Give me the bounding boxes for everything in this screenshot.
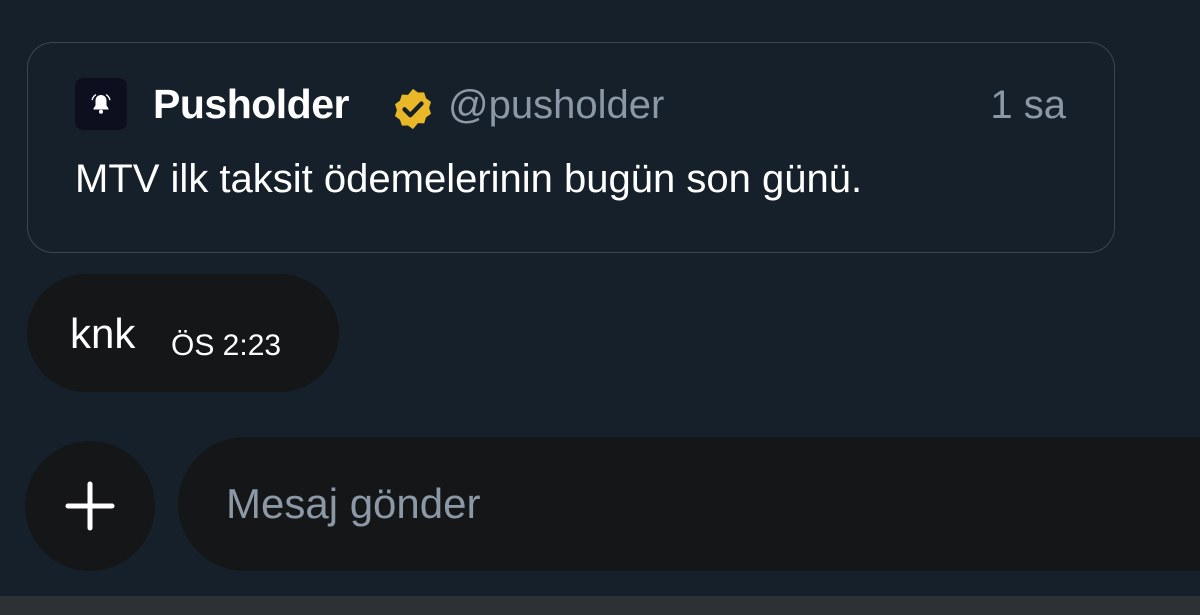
dm-conversation-screen: Pusholder @pusholder 1 sa MTV ilk taksit… [0,0,1200,615]
plus-icon [65,481,115,531]
post-timestamp: 1 sa [990,83,1066,127]
message-text: knk [70,310,136,357]
message-input[interactable] [226,437,1186,571]
message-bubble[interactable]: knk ÖS 2:23 [27,274,339,392]
author-handle: @pusholder [448,83,665,127]
message-timestamp: ÖS 2:23 [171,329,282,362]
bottom-bar [0,596,1200,615]
quoted-post-card[interactable]: Pusholder @pusholder 1 sa MTV ilk taksit… [27,42,1115,253]
author-name[interactable]: Pusholder [153,81,349,128]
message-composer [178,437,1200,571]
verified-badge-icon [394,88,432,130]
add-attachment-button[interactable] [25,441,155,571]
post-text: MTV ilk taksit ödemelerinin bugün son gü… [75,157,863,201]
author-avatar[interactable] [75,78,127,130]
bell-icon [91,94,111,114]
